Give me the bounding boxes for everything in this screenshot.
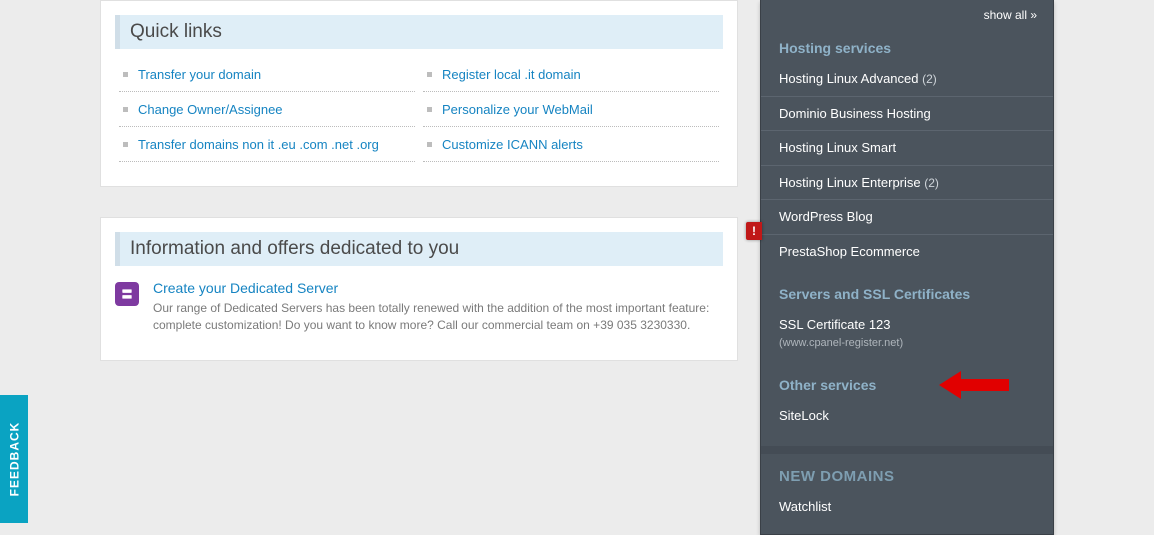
other-services-title: Other services [761,373,1053,399]
alert-glyph: ! [752,225,756,237]
sidebar-item-wordpress[interactable]: WordPress Blog [761,200,1053,235]
server-icon [115,282,139,306]
quick-link-item: Transfer domains non it .eu .com .net .o… [119,127,415,162]
quick-links-col-left: Transfer your domain Change Owner/Assign… [115,57,419,162]
offer-content: Create your Dedicated Server Our range o… [153,280,723,334]
bullet-icon [427,107,432,112]
quick-link-item: Personalize your WebMail [423,92,719,127]
sidebar-item-ssl-cert[interactable]: SSL Certificate 123 (www.cpanel-register… [761,308,1053,358]
bullet-icon [427,72,432,77]
quick-link-item: Change Owner/Assignee [119,92,415,127]
sidebar-item-label: Hosting Linux Enterprise [779,175,921,190]
count-badge: (2) [924,176,939,190]
sidebar-item-label: SSL Certificate 123 [779,317,891,332]
sidebar-item-watchlist[interactable]: Watchlist [761,491,1053,534]
offers-card: Information and offers dedicated to you … [100,217,738,361]
sidebar-item-prestashop[interactable]: PrestaShop Ecommerce [761,235,1053,269]
offers-body: Create your Dedicated Server Our range o… [101,266,737,360]
new-domains-section: NEW DOMAINS Watchlist [761,446,1053,534]
bullet-icon [123,107,128,112]
quick-link-item: Register local .it domain [423,57,719,92]
show-all-link[interactable]: show all » [761,0,1053,36]
ssl-subtext: (www.cpanel-register.net) [779,336,1035,351]
sidebar-item-hosting-smart[interactable]: Hosting Linux Smart [761,131,1053,166]
alert-icon[interactable]: ! [746,222,762,240]
transfer-domain-link[interactable]: Transfer your domain [138,67,261,82]
customize-icann-link[interactable]: Customize ICANN alerts [442,137,583,152]
sidebar: show all » Hosting services Hosting Linu… [760,0,1054,535]
sidebar-item-label: PrestaShop Ecommerce [779,244,920,259]
quick-links-col-right: Register local .it domain Personalize yo… [419,57,723,162]
bullet-icon [427,142,432,147]
hosting-services-title: Hosting services [761,36,1053,62]
sidebar-item-dominio-business[interactable]: Dominio Business Hosting [761,97,1053,132]
sidebar-item-sitelock[interactable]: SiteLock [761,399,1053,433]
sidebar-item-label: Hosting Linux Advanced [779,71,918,86]
new-domains-title: NEW DOMAINS [761,454,1053,491]
quick-links-body: Transfer your domain Change Owner/Assign… [101,49,737,186]
sidebar-item-label: Dominio Business Hosting [779,106,931,121]
transfer-domains-non-it-link[interactable]: Transfer domains non it .eu .com .net .o… [138,137,379,152]
sidebar-item-label: WordPress Blog [779,209,873,224]
bullet-icon [123,72,128,77]
sidebar-item-label: Hosting Linux Smart [779,140,896,155]
offers-heading: Information and offers dedicated to you [115,232,723,266]
count-badge: (2) [922,72,937,86]
register-it-domain-link[interactable]: Register local .it domain [442,67,581,82]
quick-links-heading: Quick links [115,15,723,49]
quick-link-item: Customize ICANN alerts [423,127,719,162]
servers-ssl-title: Servers and SSL Certificates [761,282,1053,308]
main-content: Quick links Transfer your domain Change … [100,0,738,391]
offer-description: Our range of Dedicated Servers has been … [153,300,723,334]
sidebar-item-label: SiteLock [779,408,829,423]
feedback-tab[interactable]: FEEDBACK [0,395,28,523]
sidebar-item-hosting-advanced[interactable]: Hosting Linux Advanced (2) [761,62,1053,97]
bullet-icon [123,142,128,147]
personalize-webmail-link[interactable]: Personalize your WebMail [442,102,593,117]
feedback-label: FEEDBACK [7,422,21,497]
sidebar-item-hosting-enterprise[interactable]: Hosting Linux Enterprise (2) [761,166,1053,201]
quick-link-item: Transfer your domain [119,57,415,92]
change-owner-link[interactable]: Change Owner/Assignee [138,102,283,117]
quick-links-card: Quick links Transfer your domain Change … [100,0,738,187]
create-dedicated-server-link[interactable]: Create your Dedicated Server [153,280,338,296]
